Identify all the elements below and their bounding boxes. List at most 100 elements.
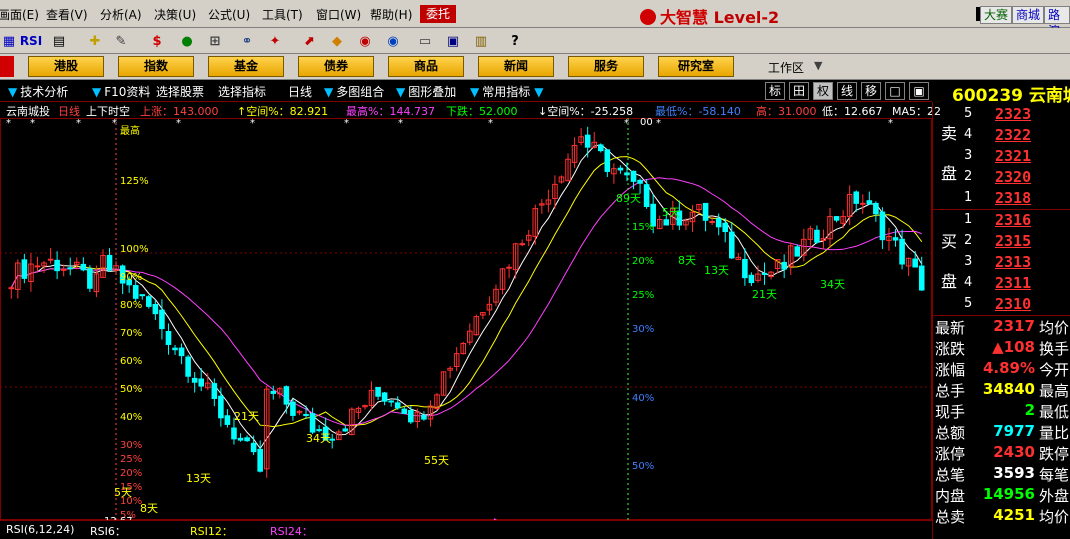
buy-row-4[interactable]: 4 2311	[933, 273, 1070, 294]
menu-item-view[interactable]: 查看(V)	[46, 6, 88, 23]
contest-button[interactable]: 大赛	[980, 6, 1013, 24]
menu-item-screen[interactable]: 画面(E)	[0, 6, 39, 23]
f10-menu[interactable]: ▼ F10资料	[92, 83, 150, 100]
candle-body	[87, 268, 93, 289]
tab-line[interactable]: 线	[837, 82, 857, 100]
books-icon[interactable]: ▥	[470, 31, 492, 51]
crosshair-icon[interactable]: ✚	[84, 31, 106, 51]
tab-frame[interactable]: □	[885, 82, 905, 100]
sell-row-2[interactable]: 2 2320	[933, 167, 1070, 188]
candle-body	[80, 263, 87, 271]
quote-row: 最新 2317 均价	[933, 316, 1070, 337]
candle-body	[132, 285, 139, 299]
brand-icon	[640, 9, 656, 25]
traffic-light-icon[interactable]: ●	[176, 31, 198, 51]
nav-index[interactable]: 指数	[118, 56, 194, 77]
tech-analysis-menu[interactable]: ▼ 技术分析	[8, 83, 68, 100]
orderbook-level: 1	[964, 190, 973, 205]
buy-row-5[interactable]: 5 2310	[933, 294, 1070, 315]
red-circle-icon[interactable]: ◉	[354, 31, 376, 51]
tab-mark[interactable]: 标	[765, 82, 785, 100]
mall-button[interactable]: 商城	[1012, 6, 1045, 24]
tab-window[interactable]: ▣	[909, 82, 929, 100]
candle-body	[624, 172, 630, 176]
tab-move[interactable]: 移	[861, 82, 881, 100]
quote-key: 总手	[935, 382, 966, 400]
nav-commodity[interactable]: 商品	[388, 56, 464, 77]
diamond-icon[interactable]: ◆	[326, 31, 348, 51]
trade-button[interactable]: 委托	[420, 5, 456, 23]
rsi6-label: RSI6：	[90, 525, 126, 538]
candle-body	[584, 134, 591, 148]
workspace-dropdown-icon[interactable]: ▼	[814, 59, 822, 72]
time-cycle-label: 34天	[820, 278, 845, 291]
buy-row-2[interactable]: 2 2315	[933, 231, 1070, 252]
orderbook-price: 2313	[995, 253, 1032, 271]
filter-icon[interactable]: ⊞	[204, 31, 226, 51]
left-axis-label: 80%	[120, 300, 142, 311]
grid-icon[interactable]: ▦	[0, 31, 18, 51]
select-stock-menu[interactable]: 选择股票	[156, 83, 204, 100]
common-indicator-menu[interactable]: ▼ 常用指标 ▼	[470, 83, 546, 100]
blue-circle-icon[interactable]: ◉	[382, 31, 404, 51]
kline-chart[interactable]: 最高 125% 100% 90% 80% 70% 60% 50% 40% 30% 25% 20% 15%…	[0, 118, 932, 520]
sell-row-3[interactable]: 3 2321	[933, 146, 1070, 167]
roadshow-button[interactable]: 路演	[1044, 6, 1070, 38]
menu-item-decision[interactable]: 决策(U)	[154, 6, 196, 23]
overlay-menu[interactable]: ▼ 图形叠加	[396, 83, 456, 100]
ruler-icon[interactable]: ✎	[110, 31, 132, 51]
window-icon[interactable]: ▤	[48, 31, 70, 51]
orderbook-price: 2311	[995, 274, 1032, 292]
candle-body	[421, 414, 427, 420]
top-marker-label: 00	[640, 118, 653, 128]
quote-row: 现手 2 最低	[933, 400, 1070, 421]
nav-hk-stocks[interactable]: 港股	[28, 56, 104, 77]
tab-grid[interactable]: 田	[789, 82, 809, 100]
left-axis-label: 30%	[120, 440, 142, 451]
sell-row-5[interactable]: 5 2323	[933, 104, 1070, 125]
alarm-icon[interactable]: ✦	[264, 31, 286, 51]
candle-body	[34, 265, 41, 268]
orderbook-level: 4	[964, 275, 973, 290]
top-star-marker: *	[888, 118, 893, 129]
menu-item-analysis[interactable]: 分析(A)	[100, 6, 142, 23]
candle-body	[401, 408, 408, 414]
quote-row: 内盘 14956 外盘	[933, 484, 1070, 505]
tech-analysis-label: 技术分析	[20, 85, 69, 99]
nav-service[interactable]: 服务	[568, 56, 644, 77]
select-indicator-menu[interactable]: 选择指标	[218, 83, 266, 100]
buy-row-1[interactable]: 1 2316	[933, 210, 1070, 231]
candle-body	[106, 254, 113, 271]
orderbook-price: 2322	[995, 126, 1032, 144]
nav-fund[interactable]: 基金	[208, 56, 284, 77]
quote-value: 4.89%	[982, 359, 1035, 377]
sell-row-4[interactable]: 4 2322	[933, 125, 1070, 146]
nav-research[interactable]: 研究室	[658, 56, 734, 77]
period-menu[interactable]: 日线	[288, 83, 312, 100]
help-cursor-icon[interactable]: ?	[504, 31, 526, 51]
document-icon[interactable]: ▭	[414, 31, 436, 51]
candle-body	[231, 427, 237, 440]
info-stock-name: 云南城投	[6, 105, 50, 118]
candle-body	[630, 170, 637, 182]
top-star-marker: *	[176, 118, 181, 129]
layout-icon[interactable]: ▣	[442, 31, 464, 51]
menu-item-help[interactable]: 帮助(H)	[370, 6, 412, 23]
quote-key: 总卖	[935, 508, 966, 526]
chart-up-icon[interactable]: ⬈	[298, 31, 320, 51]
dollar-icon[interactable]: $	[146, 31, 168, 51]
menu-item-tools[interactable]: 工具(T)	[262, 6, 303, 23]
time-cycle-label: 8天	[678, 254, 696, 267]
orderbook-price: 2315	[995, 232, 1032, 250]
rsi-button[interactable]: RSI	[18, 31, 44, 51]
menu-item-window[interactable]: 窗口(W)	[316, 6, 361, 23]
nav-news[interactable]: 新闻	[478, 56, 554, 77]
multi-chart-menu[interactable]: ▼ 多图组合	[324, 83, 384, 100]
buy-row-3[interactable]: 3 2313	[933, 252, 1070, 273]
menu-item-formula[interactable]: 公式(U)	[208, 6, 250, 23]
sell-row-1[interactable]: 1 2318	[933, 188, 1070, 209]
nav-bond[interactable]: 债券	[298, 56, 374, 77]
binoculars-icon[interactable]: ⚭	[236, 31, 258, 51]
workspace-label[interactable]: 工作区	[768, 59, 804, 76]
tab-rights[interactable]: 权	[813, 82, 833, 100]
